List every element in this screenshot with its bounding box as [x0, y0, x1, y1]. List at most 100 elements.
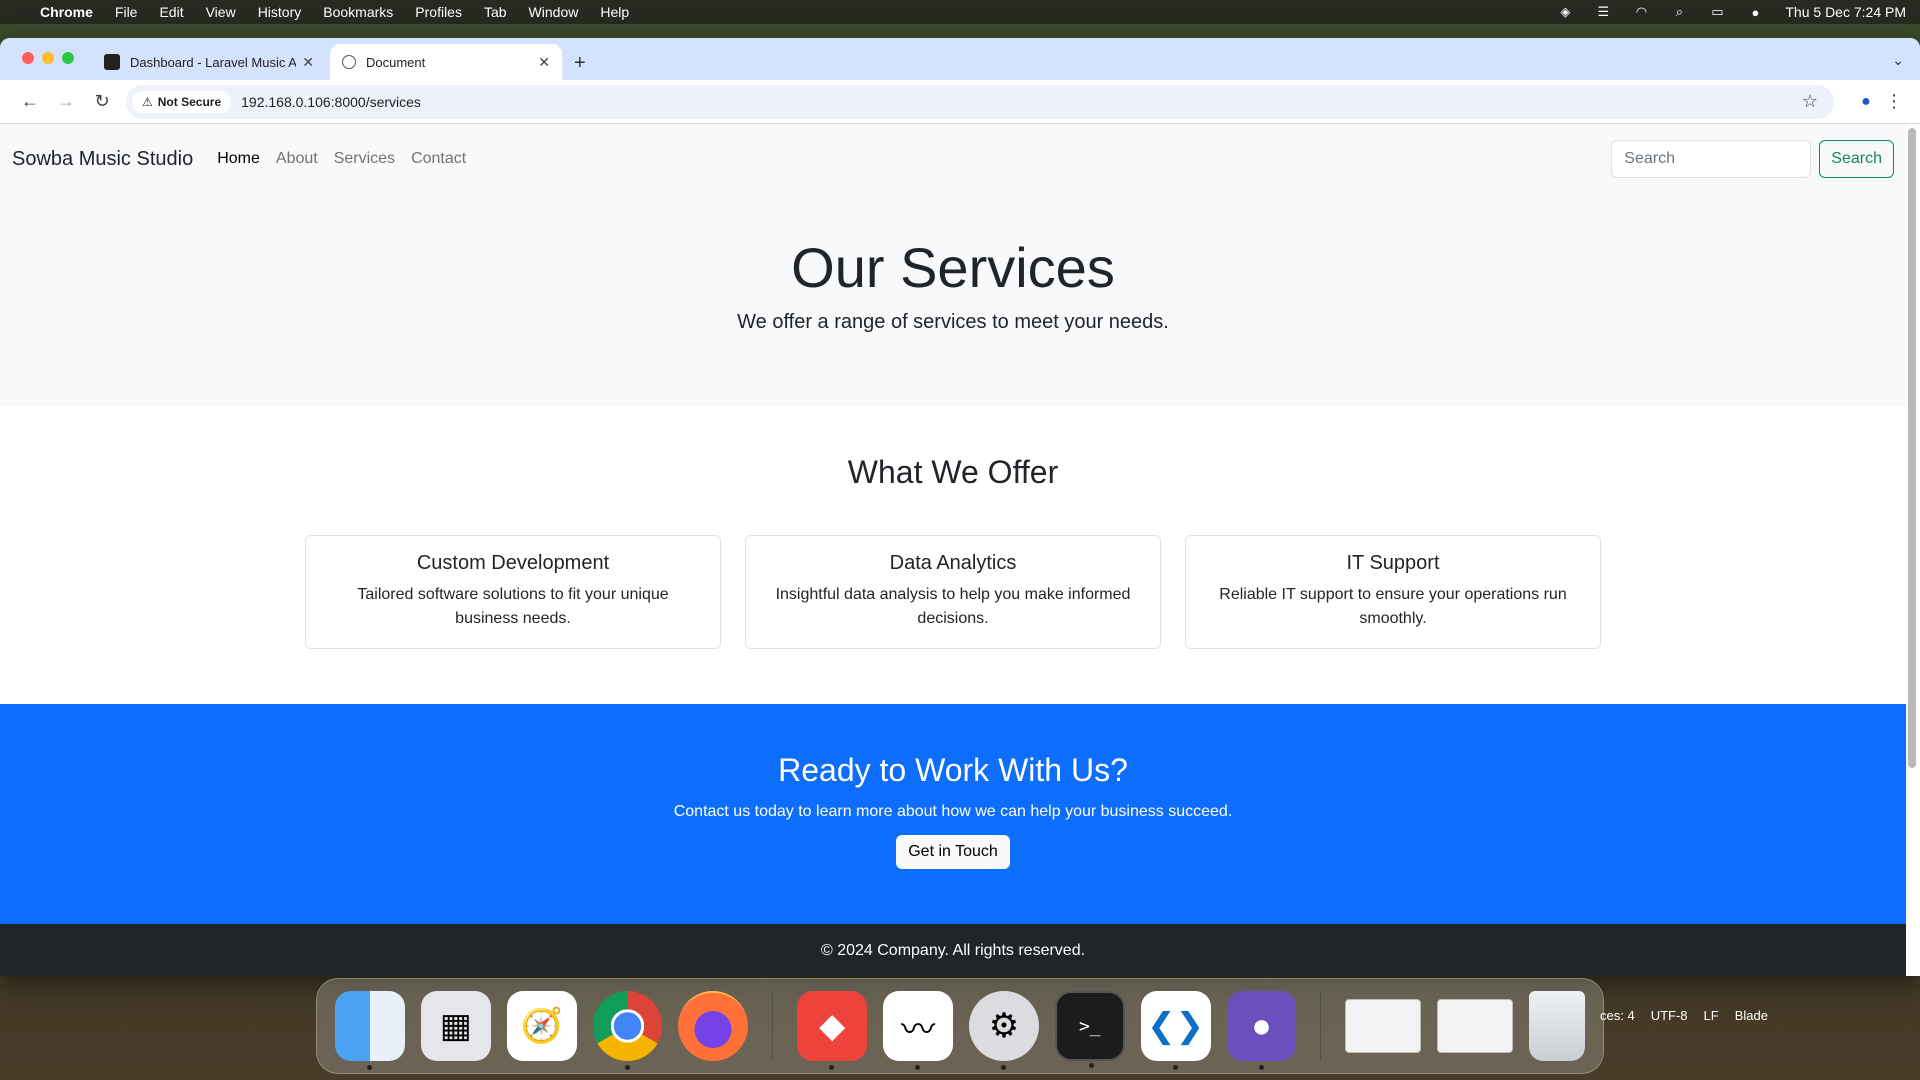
nav-link-services[interactable]: Services: [334, 150, 395, 168]
reload-icon[interactable]: ↻: [84, 91, 120, 112]
stack-icon[interactable]: ☰: [1595, 4, 1611, 19]
offer-section: What We Offer Custom Development Tailore…: [0, 406, 1906, 704]
browser-window: Dashboard - Laravel Music Ap ✕ Document …: [0, 38, 1920, 976]
finder-icon[interactable]: [335, 991, 405, 1070]
menu-view[interactable]: View: [206, 4, 236, 20]
security-chip[interactable]: ⚠ Not Secure: [132, 90, 232, 113]
freeform-icon[interactable]: 〰: [883, 991, 954, 1070]
close-tab-icon[interactable]: ✕: [538, 54, 550, 71]
minimized-window-thumbnail[interactable]: [1345, 999, 1422, 1053]
more-menu-icon[interactable]: ⋮: [1880, 91, 1908, 112]
page-scrollbar[interactable]: [1908, 128, 1916, 768]
tab-strip: Dashboard - Laravel Music Ap ✕ Document …: [0, 38, 1920, 80]
tab-search-chevron-icon[interactable]: ⌄: [1892, 52, 1904, 69]
hero-section: Our Services We offer a range of service…: [0, 194, 1906, 406]
service-card: Custom Development Tailored software sol…: [305, 535, 721, 649]
tab-title: Document: [366, 54, 426, 70]
address-bar[interactable]: ⚠ Not Secure 192.168.0.106:8000/services…: [126, 84, 1834, 119]
vscode-icon[interactable]: ❮❯: [1140, 991, 1211, 1070]
service-card-text: Insightful data analysis to help you mak…: [775, 586, 1131, 627]
close-tab-icon[interactable]: ✕: [302, 54, 314, 71]
cta-text: Contact us today to learn more about how…: [673, 803, 1233, 820]
nav-links: Home About Services Contact: [217, 150, 466, 168]
nav-link-contact[interactable]: Contact: [411, 150, 466, 168]
url-text[interactable]: 192.168.0.106:8000/services: [241, 94, 421, 110]
system-settings-icon[interactable]: ⚙: [969, 991, 1039, 1070]
trash-icon[interactable]: [1529, 991, 1586, 1061]
menu-edit[interactable]: Edit: [159, 4, 183, 20]
menu-help[interactable]: Help: [600, 4, 629, 20]
chrome-icon[interactable]: [592, 991, 663, 1070]
launchpad-icon[interactable]: ▦: [420, 991, 491, 1061]
github-desktop-icon[interactable]: ●: [1226, 991, 1297, 1070]
get-in-touch-button[interactable]: Get in Touch: [896, 835, 1010, 869]
cta-section: Ready to Work With Us? Contact us today …: [0, 704, 1906, 924]
dock-separator: [1320, 991, 1322, 1061]
cta-heading: Ready to Work With Us?: [778, 752, 1128, 788]
site-brand[interactable]: Sowba Music Studio: [12, 148, 193, 171]
profile-avatar-icon[interactable]: ●: [1852, 93, 1880, 111]
status-language: Blade: [1734, 1008, 1768, 1023]
security-label: Not Secure: [157, 94, 222, 109]
macos-menu-bar: Chrome File Edit View History Bookmarks …: [0, 0, 1920, 24]
window-controls: [22, 52, 74, 64]
service-card: IT Support Reliable IT support to ensure…: [1185, 535, 1601, 649]
warning-triangle-icon: ⚠: [142, 94, 153, 109]
search-icon[interactable]: ⌕: [1671, 4, 1687, 19]
tab-dashboard[interactable]: Dashboard - Laravel Music Ap ✕: [92, 44, 326, 80]
wifi-icon[interactable]: ◠: [1633, 4, 1649, 19]
site-navbar: Sowba Music Studio Home About Services C…: [0, 124, 1906, 194]
nav-link-home[interactable]: Home: [217, 150, 260, 168]
minimize-window-button[interactable]: [42, 52, 54, 64]
page-viewport: Sowba Music Studio Home About Services C…: [0, 124, 1906, 976]
minimized-window-thumbnail[interactable]: [1437, 999, 1514, 1053]
firefox-icon[interactable]: [678, 991, 749, 1061]
menu-profiles[interactable]: Profiles: [415, 4, 462, 20]
anydesk-icon[interactable]: ◆: [797, 991, 868, 1070]
service-card-title: Custom Development: [416, 552, 610, 574]
tab-title: Dashboard - Laravel Music Ap: [130, 54, 297, 70]
menu-window[interactable]: Window: [529, 4, 579, 20]
globe-icon: [342, 55, 356, 69]
laravel-favicon-icon: [104, 54, 120, 70]
service-cards: Custom Development Tailored software sol…: [0, 535, 1906, 649]
menu-tab[interactable]: Tab: [484, 4, 507, 20]
search-button[interactable]: Search: [1819, 140, 1894, 178]
offer-heading: What We Offer: [847, 454, 1059, 490]
page-title: Our Services: [791, 236, 1115, 299]
service-card-text: Tailored software solutions to fit your …: [357, 586, 669, 627]
hero-subtitle: We offer a range of services to meet you…: [737, 311, 1169, 334]
siri-icon[interactable]: ●: [1747, 5, 1763, 20]
bookmark-star-icon[interactable]: ☆: [1802, 91, 1818, 112]
back-arrow-icon[interactable]: ←: [12, 91, 48, 112]
service-card: Data Analytics Insightful data analysis …: [745, 535, 1161, 649]
menu-app-name[interactable]: Chrome: [40, 4, 93, 20]
close-window-button[interactable]: [22, 52, 34, 64]
search-form: Search: [1611, 140, 1894, 178]
control-center-icon[interactable]: ▭: [1709, 4, 1725, 19]
browser-toolbar: ← → ↻ ⚠ Not Secure 192.168.0.106:8000/se…: [0, 80, 1920, 124]
forward-arrow-icon[interactable]: →: [48, 91, 84, 112]
nav-link-about[interactable]: About: [276, 150, 318, 168]
background-editor-status-bar: ces: 4 UTF-8 LF Blade: [1600, 1008, 1768, 1023]
macos-dock: ▦ 🧭 ◆ 〰 ⚙ >_ ❮❯ ●: [316, 978, 1604, 1074]
service-card-text: Reliable IT support to ensure your opera…: [1219, 586, 1567, 627]
menu-history[interactable]: History: [258, 4, 302, 20]
tab-document[interactable]: Document ✕: [330, 44, 562, 80]
footer-copyright: © 2024 Company. All rights reserved.: [820, 942, 1086, 959]
service-card-title: IT Support: [1346, 552, 1440, 574]
new-tab-button[interactable]: +: [574, 52, 586, 75]
status-spaces: ces: 4: [1600, 1008, 1635, 1023]
status-line-ending: LF: [1703, 1008, 1719, 1023]
safari-icon[interactable]: 🧭: [506, 991, 577, 1061]
status-encoding: UTF-8: [1650, 1008, 1688, 1023]
search-input[interactable]: [1611, 140, 1812, 178]
dock-separator: [772, 991, 774, 1061]
menu-bookmarks[interactable]: Bookmarks: [323, 4, 393, 20]
site-footer: © 2024 Company. All rights reserved.: [0, 924, 1906, 976]
zoom-window-button[interactable]: [62, 52, 74, 64]
menu-clock[interactable]: Thu 5 Dec 7:24 PM: [1785, 4, 1906, 20]
menu-file[interactable]: File: [115, 4, 138, 20]
dropbox-icon[interactable]: ◈: [1557, 4, 1573, 19]
terminal-icon[interactable]: >_: [1054, 991, 1125, 1068]
